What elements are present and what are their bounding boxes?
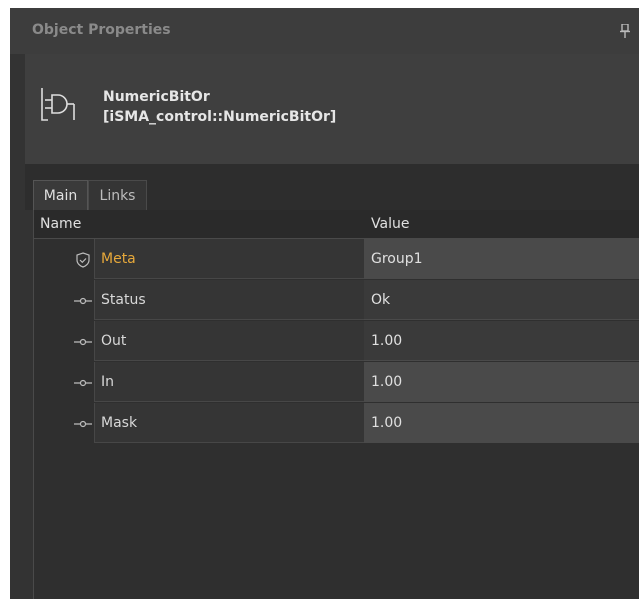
object-header: NumericBitOr [iSMA_control::NumericBitOr… <box>25 54 639 164</box>
property-value[interactable]: 1.00 <box>364 362 639 402</box>
object-name: NumericBitOr <box>103 89 210 105</box>
property-row-meta[interactable]: Meta Group1 <box>34 239 639 280</box>
panel-title: Object Properties <box>32 22 171 38</box>
shield-icon <box>76 252 90 268</box>
slot-icon <box>74 379 92 387</box>
property-name: Mask <box>94 403 364 443</box>
property-name: Status <box>94 280 364 320</box>
property-value: Ok <box>364 280 639 320</box>
property-value: 1.00 <box>364 321 639 361</box>
object-type: [iSMA_control::NumericBitOr] <box>103 109 337 125</box>
property-row-mask[interactable]: Mask 1.00 <box>34 403 639 444</box>
tab-bar: Main Links <box>25 164 639 210</box>
property-value[interactable]: 1.00 <box>364 403 639 443</box>
slot-icon <box>74 338 92 346</box>
object-properties-panel: Object Properties NumericBitOr [iSMA_con… <box>10 8 639 599</box>
tab-links[interactable]: Links <box>88 180 147 210</box>
slot-icon <box>74 297 92 305</box>
slot-icon <box>74 420 92 428</box>
property-row-in[interactable]: In 1.00 <box>34 362 639 403</box>
property-row-out[interactable]: Out 1.00 <box>34 321 639 362</box>
column-header-value[interactable]: Value <box>364 210 639 239</box>
property-grid: Name Value Meta Group1 Status Ok Out 1.0… <box>33 210 639 599</box>
logic-gate-icon <box>41 88 75 121</box>
panel-titlebar: Object Properties <box>10 8 639 54</box>
property-name: In <box>94 362 364 402</box>
property-name: Out <box>94 321 364 361</box>
tab-main[interactable]: Main <box>33 180 88 210</box>
column-header-name[interactable]: Name <box>34 210 370 239</box>
property-name: Meta <box>94 239 364 279</box>
property-value[interactable]: Group1 <box>364 239 639 279</box>
pin-icon[interactable] <box>619 24 631 38</box>
property-row-status[interactable]: Status Ok <box>34 280 639 321</box>
